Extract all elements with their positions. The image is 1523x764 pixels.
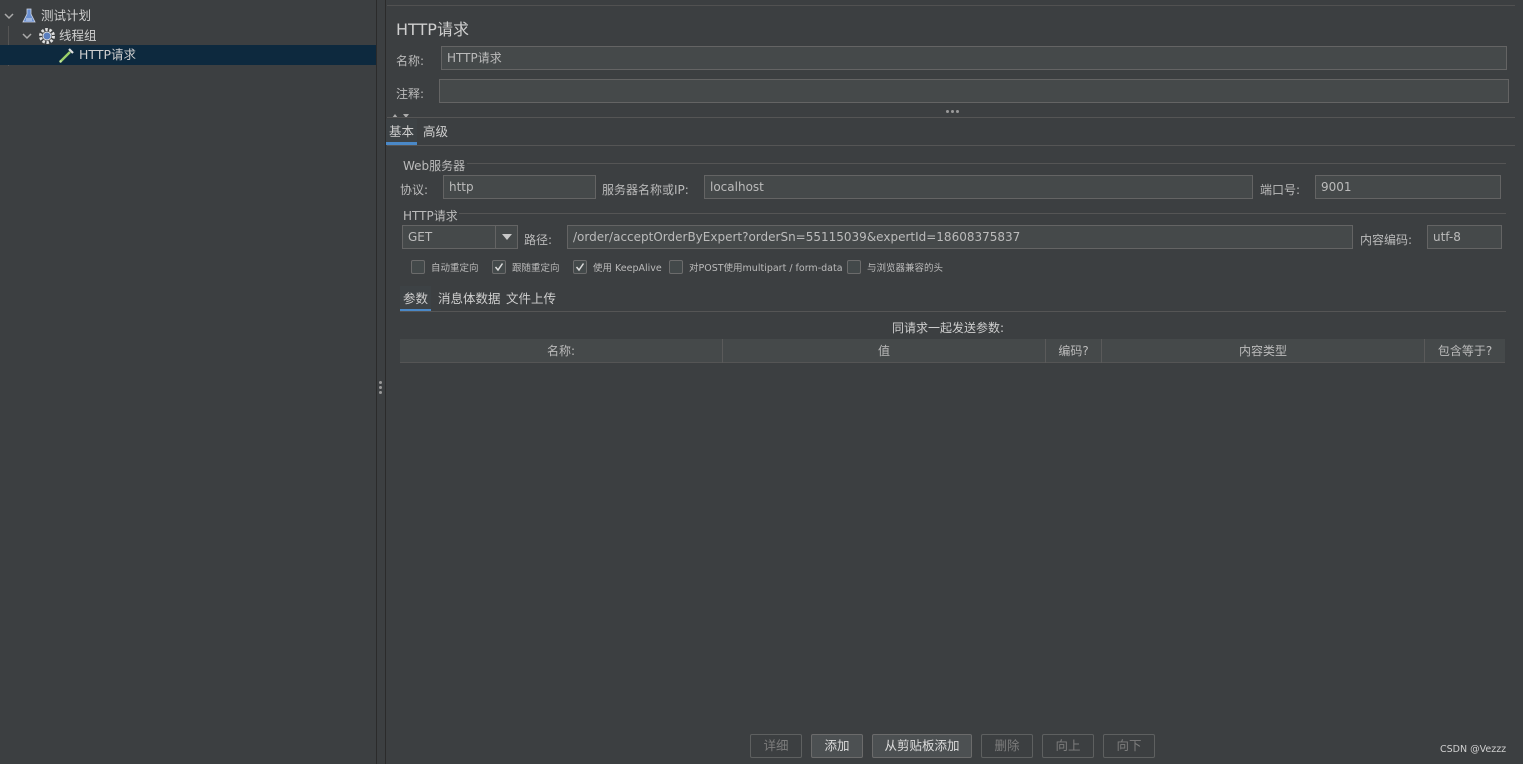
divider: [387, 5, 1515, 6]
path-label: 路径:: [524, 233, 553, 247]
port-field[interactable]: 9001: [1315, 175, 1501, 199]
divider: [387, 145, 1515, 146]
tree-item-label: HTTP请求: [79, 47, 136, 62]
tab-basic[interactable]: 基本: [386, 119, 418, 145]
move-up-button[interactable]: 向上: [1042, 734, 1094, 758]
server-field[interactable]: localhost: [704, 175, 1253, 199]
column-header-include-equals[interactable]: 包含等于?: [1425, 339, 1505, 363]
tab-advanced[interactable]: 高级: [420, 119, 451, 145]
watermark: CSDN @Vezzz: [1440, 744, 1507, 755]
checkbox-label: 对POST使用multipart / form-data: [689, 263, 843, 274]
chevron-down-icon[interactable]: [2, 9, 16, 23]
details-button[interactable]: 详细: [750, 734, 802, 758]
auto-redirect-checkbox[interactable]: 自动重定向: [411, 259, 479, 275]
protocol-label: 协议:: [400, 183, 429, 197]
checkbox-label: 自动重定向: [431, 263, 479, 274]
params-table-header: 名称: 值 编码? 内容类型 包含等于?: [400, 339, 1505, 363]
column-header-encode[interactable]: 编码?: [1046, 339, 1102, 363]
path-field[interactable]: /order/acceptOrderByExpert?orderSn=55115…: [567, 225, 1353, 249]
multipart-checkbox[interactable]: 对POST使用multipart / form-data: [669, 259, 843, 275]
pipette-icon: [58, 46, 76, 64]
column-header-content-type[interactable]: 内容类型: [1102, 339, 1425, 363]
checkbox-box[interactable]: [411, 260, 425, 274]
group-border: [459, 213, 1506, 214]
checkbox-box[interactable]: [847, 260, 861, 274]
delete-button[interactable]: 删除: [981, 734, 1033, 758]
add-button[interactable]: 添加: [811, 734, 863, 758]
server-label: 服务器名称或IP:: [602, 183, 689, 197]
tree-item-thread-group[interactable]: 线程组: [20, 26, 97, 46]
resize-grip-icon[interactable]: [946, 110, 961, 113]
checkbox-label: 跟随重定向: [512, 263, 560, 274]
splitter-grip-icon[interactable]: [379, 381, 383, 396]
column-header-name[interactable]: 名称:: [400, 339, 723, 363]
encoding-field[interactable]: utf-8: [1427, 225, 1502, 249]
params-caption: 同请求一起发送参数:: [892, 321, 1005, 335]
tree-item-label: 线程组: [59, 28, 97, 43]
divider: [387, 117, 1515, 118]
protocol-field[interactable]: http: [443, 175, 596, 199]
encoding-label: 内容编码:: [1360, 233, 1413, 247]
checkbox-label: 与浏览器兼容的头: [867, 263, 944, 274]
tree-item-http-request[interactable]: HTTP请求: [0, 45, 376, 65]
comment-label: 注释:: [396, 87, 425, 101]
tree-item-test-plan[interactable]: 测试计划: [2, 6, 91, 26]
check-icon: [494, 263, 504, 272]
keepalive-checkbox[interactable]: 使用 KeepAlive: [573, 259, 662, 275]
add-from-clipboard-button[interactable]: 从剪贴板添加: [872, 734, 972, 758]
follow-redirect-checkbox[interactable]: 跟随重定向: [492, 259, 560, 275]
browser-headers-checkbox[interactable]: 与浏览器兼容的头: [847, 259, 943, 275]
flask-icon: [20, 7, 38, 25]
checkbox-box[interactable]: [669, 260, 683, 274]
chevron-down-icon[interactable]: [495, 226, 517, 248]
http-request-group-title: HTTP请求: [403, 209, 458, 223]
page-title: HTTP请求: [396, 20, 469, 39]
port-label: 端口号:: [1260, 183, 1301, 197]
comment-field[interactable]: [439, 79, 1509, 103]
method-value: GET: [408, 230, 433, 244]
gear-icon: [38, 27, 56, 45]
group-border: [467, 163, 1506, 164]
params-table-body[interactable]: [400, 364, 1505, 726]
move-down-button[interactable]: 向下: [1103, 734, 1155, 758]
name-label: 名称:: [396, 54, 425, 68]
checkbox-label: 使用 KeepAlive: [593, 263, 662, 274]
method-select[interactable]: GET: [402, 225, 518, 249]
tree-item-label: 测试计划: [41, 8, 92, 23]
name-field[interactable]: HTTP请求: [441, 46, 1507, 70]
check-icon: [575, 263, 585, 272]
divider: [400, 311, 1506, 312]
checkbox-box[interactable]: [573, 260, 587, 274]
chevron-down-icon[interactable]: [20, 29, 34, 43]
checkbox-box[interactable]: [492, 260, 506, 274]
tab-file-upload[interactable]: 文件上传: [503, 286, 559, 312]
tab-body-data[interactable]: 消息体数据: [435, 286, 504, 312]
column-header-value[interactable]: 值: [723, 339, 1046, 363]
tab-parameters[interactable]: 参数: [400, 286, 432, 312]
web-server-group-title: Web服务器: [403, 159, 466, 173]
test-plan-tree: 测试计划 线程组 HTTP请求: [0, 0, 377, 764]
